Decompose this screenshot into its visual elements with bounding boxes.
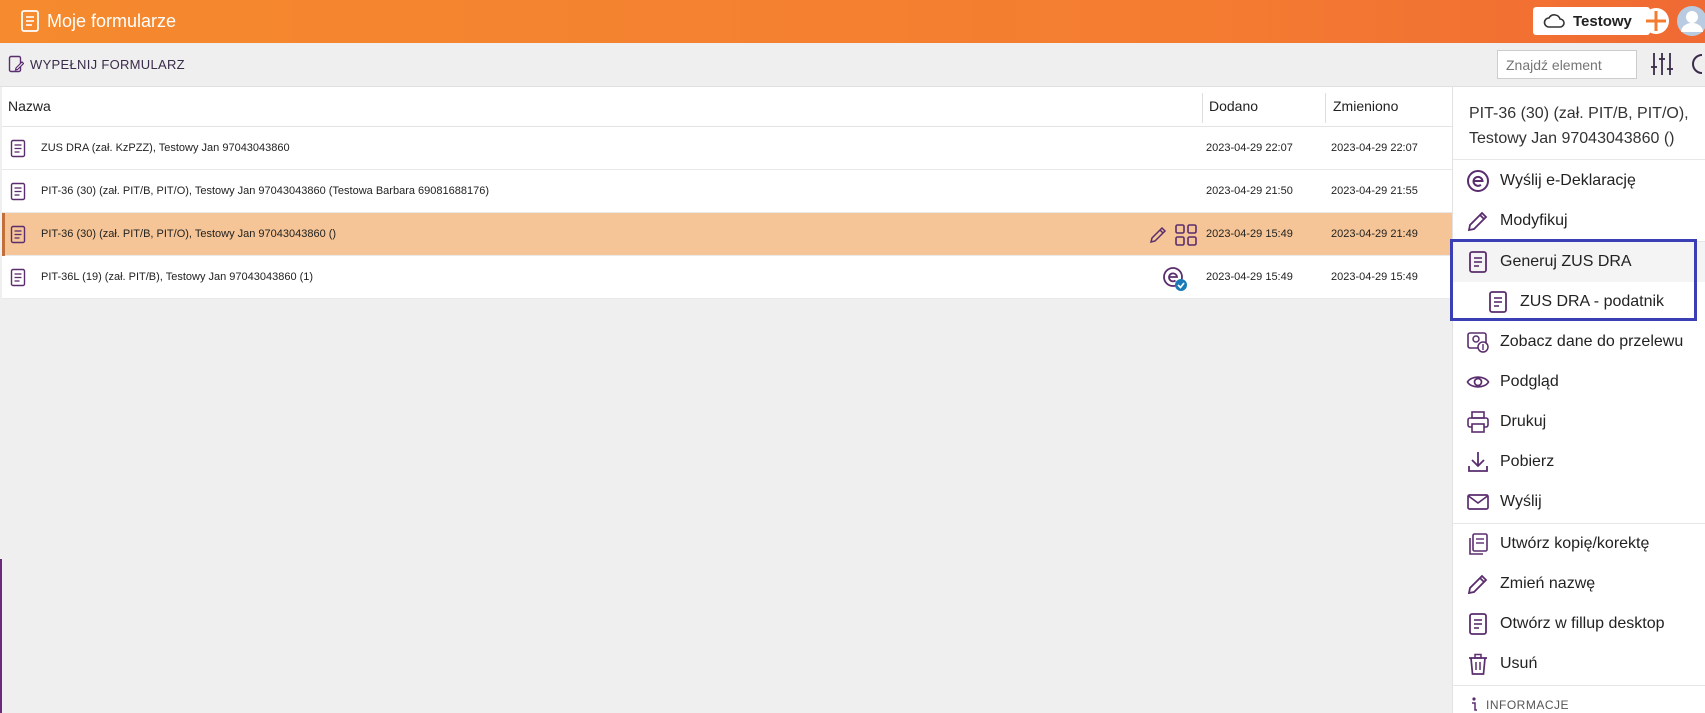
cloud-icon xyxy=(1543,14,1565,28)
table-row[interactable]: ZUS DRA (zał. KzPZZ), Testowy Jan 970430… xyxy=(2,127,1452,170)
menu-download[interactable]: Pobierz xyxy=(1453,442,1705,482)
pencil-icon xyxy=(1467,574,1488,595)
envelope-icon xyxy=(1467,494,1489,510)
context-panel: PIT-36 (30) (zał. PIT/B, PIT/O), Testowy… xyxy=(1452,87,1705,713)
menu-label: Modyfikuj xyxy=(1500,212,1568,229)
settings-icon[interactable] xyxy=(1688,51,1705,77)
column-header-added[interactable]: Dodano xyxy=(1209,98,1258,114)
eye-icon xyxy=(1466,376,1490,388)
account-switch-button[interactable]: Testowy xyxy=(1533,7,1650,35)
menu-label: Utwórz kopię/korektę xyxy=(1500,535,1650,552)
menu-modify[interactable]: Modyfikuj xyxy=(1453,201,1705,241)
table-row-selected[interactable]: PIT-36 (30) (zał. PIT/B, PIT/O), Testowy… xyxy=(2,213,1452,256)
menu-delete[interactable]: Usuń xyxy=(1453,644,1705,684)
menu-print[interactable]: Drukuj xyxy=(1453,402,1705,442)
table-row[interactable]: PIT-36L (19) (zał. PIT/B), Testowy Jan 9… xyxy=(2,256,1452,299)
document-icon xyxy=(21,10,39,32)
document-icon xyxy=(10,139,26,158)
copy-icon xyxy=(1469,533,1488,555)
forms-table: Nazwa Dodano Zmieniono ZUS DRA (zał. KzP… xyxy=(2,87,1452,299)
menu-transfer-data[interactable]: Zobacz dane do przelewu xyxy=(1453,322,1705,362)
trash-icon xyxy=(1469,653,1487,675)
menu-rename[interactable]: Zmień nazwę xyxy=(1453,564,1705,604)
column-header-changed[interactable]: Zmieniono xyxy=(1333,98,1398,114)
menu-label: Otwórz w fillup desktop xyxy=(1500,615,1665,632)
menu-label: Generuj ZUS DRA xyxy=(1500,253,1632,270)
row-changed: 2023-04-29 21:55 xyxy=(1331,185,1418,197)
info-icon xyxy=(1472,697,1477,711)
column-divider xyxy=(1202,93,1203,123)
app-title: Moje formularze xyxy=(47,11,177,31)
selection-marker xyxy=(2,213,5,256)
column-divider xyxy=(1325,93,1326,123)
document-icon xyxy=(1469,251,1487,273)
menu-label: Pobierz xyxy=(1500,453,1555,470)
fill-form-button[interactable]: WYPEŁNIJ FORMULARZ xyxy=(8,55,185,73)
menu-separator xyxy=(1453,685,1705,686)
document-icon xyxy=(10,182,26,201)
menu-label: Zmień nazwę xyxy=(1500,575,1596,592)
account-label: Testowy xyxy=(1573,12,1632,30)
row-name: ZUS DRA (zał. KzPZZ), Testowy Jan 970430… xyxy=(41,142,290,154)
row-changed: 2023-04-29 22:07 xyxy=(1331,142,1418,154)
panel-title: PIT-36 (30) (zał. PIT/B, PIT/O), Testowy… xyxy=(1453,87,1705,160)
document-icon xyxy=(10,225,26,244)
menu-zus-dra-taxpayer[interactable]: ZUS DRA - podatnik xyxy=(1453,282,1705,322)
column-header-name[interactable]: Nazwa xyxy=(8,98,51,114)
apps-grid-icon[interactable] xyxy=(1174,223,1198,247)
pencil-icon xyxy=(1467,211,1488,232)
search-input[interactable] xyxy=(1497,50,1637,79)
menu-open-desktop[interactable]: Otwórz w fillup desktop xyxy=(1453,604,1705,644)
e-declaration-sent-icon xyxy=(1163,267,1187,291)
window-edge xyxy=(0,559,2,713)
menu-label: Zobacz dane do przelewu xyxy=(1500,333,1684,350)
menu-copy-correct[interactable]: Utwórz kopię/korektę xyxy=(1453,524,1705,564)
transfer-data-icon xyxy=(1467,332,1489,353)
row-added: 2023-04-29 15:49 xyxy=(1206,228,1293,240)
fill-form-icon xyxy=(8,55,24,73)
menu-label: Usuń xyxy=(1500,655,1538,672)
row-name: PIT-36 (30) (zał. PIT/B, PIT/O), Testowy… xyxy=(41,228,337,240)
row-added: 2023-04-29 21:50 xyxy=(1206,185,1293,197)
avatar-icon[interactable] xyxy=(1676,5,1705,37)
document-icon xyxy=(1469,613,1487,635)
row-changed: 2023-04-29 15:49 xyxy=(1331,271,1418,283)
printer-icon xyxy=(1467,411,1489,433)
document-icon xyxy=(10,268,26,287)
table-header: Nazwa Dodano Zmieniono xyxy=(2,87,1452,127)
info-section-label[interactable]: INFORMACJE xyxy=(1486,698,1569,712)
menu-send-edeclaration[interactable]: Wyślij e-Deklarację xyxy=(1453,161,1705,201)
row-added: 2023-04-29 22:07 xyxy=(1206,142,1293,154)
fill-form-label: WYPEŁNIJ FORMULARZ xyxy=(30,56,185,72)
e-declaration-icon xyxy=(1467,170,1489,192)
menu-generate-zus-dra[interactable]: Generuj ZUS DRA xyxy=(1453,242,1705,282)
download-icon xyxy=(1468,452,1488,472)
app-header: Moje formularze Testowy xyxy=(0,0,1705,43)
row-name: PIT-36 (30) (zał. PIT/B, PIT/O), Testowy… xyxy=(41,185,489,197)
row-added: 2023-04-29 15:49 xyxy=(1206,271,1293,283)
menu-send[interactable]: Wyślij xyxy=(1453,482,1705,522)
menu-label: Wyślij xyxy=(1500,493,1542,510)
table-row[interactable]: PIT-36 (30) (zał. PIT/B, PIT/O), Testowy… xyxy=(2,170,1452,213)
add-icon[interactable] xyxy=(1641,6,1671,36)
menu-label: ZUS DRA - podatnik xyxy=(1520,293,1665,310)
toolbar: WYPEŁNIJ FORMULARZ xyxy=(0,43,1705,117)
menu-label: Wyślij e-Deklarację xyxy=(1500,172,1636,189)
filter-sliders-icon[interactable] xyxy=(1650,51,1674,77)
pencil-icon[interactable] xyxy=(1148,225,1168,245)
document-icon xyxy=(1489,291,1507,313)
menu-preview[interactable]: Podgląd xyxy=(1453,362,1705,402)
menu-label: Drukuj xyxy=(1500,413,1547,430)
row-name: PIT-36L (19) (zał. PIT/B), Testowy Jan 9… xyxy=(41,271,314,283)
menu-label: Podgląd xyxy=(1500,373,1559,390)
row-changed: 2023-04-29 21:49 xyxy=(1331,228,1418,240)
